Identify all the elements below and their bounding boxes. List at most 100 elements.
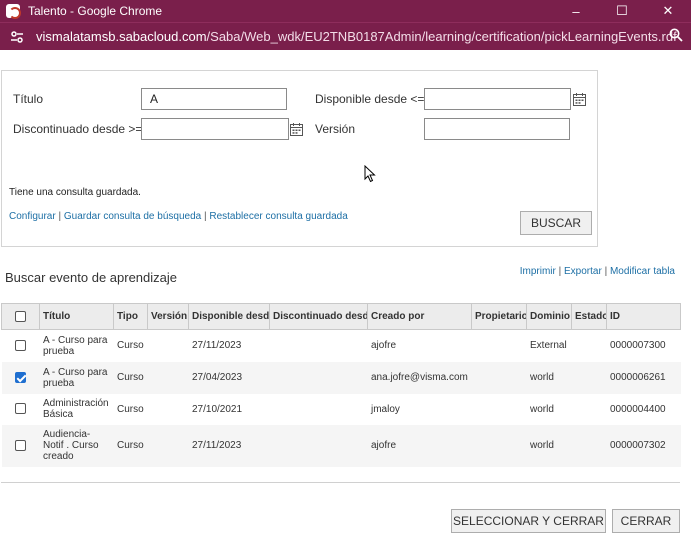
table-links: Imprimir | Exportar | Modificar tabla: [520, 266, 675, 277]
cell-creado: ana.jofre@visma.com: [367, 361, 472, 394]
cell-estado: [571, 424, 607, 467]
cell-tipo: Curso: [113, 393, 148, 425]
column-header[interactable]: Propietario: [471, 303, 527, 330]
column-header[interactable]: Título: [39, 303, 114, 330]
row-select-cell[interactable]: [1, 361, 40, 394]
column-header[interactable]: ID: [606, 303, 681, 330]
guardar-consulta-link[interactable]: Guardar consulta de búsqueda: [64, 211, 201, 222]
cell-tipo: Curso: [113, 329, 148, 362]
imprimir-link[interactable]: Imprimir: [520, 266, 556, 277]
row-select-cell[interactable]: [1, 424, 40, 467]
browser-title-bar: Talento - Google Chrome – ☐ ✕: [0, 0, 691, 22]
table-header-row: Título Tipo Versión Disponible desde Dis…: [1, 303, 681, 330]
column-header[interactable]: Discontinuado desde: [269, 303, 368, 330]
row-checkbox[interactable]: [15, 439, 26, 451]
cell-version: [147, 361, 189, 394]
select-all-cell[interactable]: [1, 303, 40, 330]
modificar-tabla-link[interactable]: Modificar tabla: [610, 266, 675, 277]
cell-id: 0000007300: [606, 329, 681, 362]
calendar-icon[interactable]: [287, 118, 305, 140]
row-checkbox[interactable]: [15, 340, 26, 352]
seleccionar-y-cerrar-button[interactable]: SELECCIONAR Y CERRAR: [451, 509, 606, 533]
cell-propietario: [471, 329, 527, 362]
cell-propietario: [471, 361, 527, 394]
row-select-cell[interactable]: [1, 329, 40, 362]
version-label: Versión: [315, 122, 356, 136]
app-icon: [6, 4, 21, 19]
cell-dominio: world: [526, 393, 572, 425]
mouse-cursor-icon: [364, 164, 376, 186]
buscar-button[interactable]: BUSCAR: [520, 211, 592, 235]
cell-creado: ajofre: [367, 329, 472, 362]
discontinuado-input[interactable]: [141, 118, 289, 140]
table-row[interactable]: A - Curso para prueba Curso 27/04/2023 ana.…: [1, 361, 681, 394]
column-header[interactable]: Disponible desde: [188, 303, 270, 330]
url-text[interactable]: vismalatamsb.sabacloud.com/Saba/Web_wdk/…: [36, 29, 677, 44]
column-header[interactable]: Dominio: [526, 303, 572, 330]
restablecer-consulta-link[interactable]: Restablecer consulta guardada: [209, 211, 347, 222]
cell-id: 0000007302: [606, 424, 681, 467]
cell-id: 0000006261: [606, 361, 681, 394]
calendar-icon[interactable]: [570, 88, 588, 110]
window-title: Talento - Google Chrome: [28, 4, 163, 18]
row-checkbox[interactable]: [15, 403, 26, 415]
cell-titulo: A - Curso para prueba: [39, 329, 114, 362]
disponible-input[interactable]: [424, 88, 571, 110]
cell-creado: ajofre: [367, 424, 472, 467]
cell-tipo: Curso: [113, 361, 148, 394]
cell-disponible: 27/11/2023: [188, 424, 270, 467]
table-row[interactable]: Administración Básica Curso 27/10/2021 jmal…: [1, 393, 681, 425]
cell-creado: jmaloy: [367, 393, 472, 425]
column-header[interactable]: Tipo: [113, 303, 148, 330]
results-title: Buscar evento de aprendizaje: [5, 270, 178, 285]
cell-titulo: A - Curso para prueba: [39, 361, 114, 394]
cell-titulo: Administración Básica: [39, 393, 114, 425]
cell-version: [147, 393, 189, 425]
cell-dominio: world: [526, 361, 572, 394]
cell-discontinuado: [269, 393, 368, 425]
row-checkbox[interactable]: [15, 371, 26, 383]
configurar-link[interactable]: Configurar: [9, 211, 56, 222]
table-body: A - Curso para prueba Curso 27/11/2023 ajof…: [1, 329, 681, 467]
cell-tipo: Curso: [113, 424, 148, 467]
address-bar[interactable]: vismalatamsb.sabacloud.com/Saba/Web_wdk/…: [0, 22, 691, 50]
titulo-label: Título: [13, 92, 44, 106]
cell-discontinuado: [269, 361, 368, 394]
cell-propietario: [471, 424, 527, 467]
table-divider: [1, 482, 680, 483]
minimize-button[interactable]: –: [553, 0, 599, 22]
version-input[interactable]: [424, 118, 570, 140]
saved-query-text: Tiene una consulta guardada.: [9, 187, 141, 198]
site-settings-icon[interactable]: [10, 30, 26, 44]
cell-titulo: Audiencia-Notif . Curso creado: [39, 424, 114, 467]
table-row[interactable]: A - Curso para prueba Curso 27/11/2023 ajof…: [1, 329, 681, 362]
cell-estado: [571, 361, 607, 394]
column-header[interactable]: Creado por: [367, 303, 472, 330]
exportar-link[interactable]: Exportar: [564, 266, 602, 277]
search-panel: Título Disponible desde <= Discontinuado…: [1, 70, 598, 247]
row-select-cell[interactable]: [1, 393, 40, 425]
cerrar-button[interactable]: CERRAR: [612, 509, 680, 533]
cell-version: [147, 329, 189, 362]
maximize-button[interactable]: ☐: [599, 0, 645, 22]
disponible-label: Disponible desde <=: [315, 92, 425, 106]
table-row[interactable]: Audiencia-Notif . Curso creado Curso 27/11…: [1, 424, 681, 467]
cell-propietario: [471, 393, 527, 425]
cell-disponible: 27/04/2023: [188, 361, 270, 394]
cell-disponible: 27/11/2023: [188, 329, 270, 362]
cell-disponible: 27/10/2021: [188, 393, 270, 425]
column-header[interactable]: Versión: [147, 303, 189, 330]
cell-id: 0000004400: [606, 393, 681, 425]
titulo-input[interactable]: [141, 88, 287, 110]
url-path: /Saba/Web_wdk/EU2TNB0187Admin/learning/c…: [206, 29, 677, 44]
zoom-icon[interactable]: [669, 28, 683, 45]
window-controls: – ☐ ✕: [553, 0, 691, 22]
cell-discontinuado: [269, 329, 368, 362]
select-all-checkbox[interactable]: [15, 310, 26, 322]
column-header[interactable]: Estado: [571, 303, 607, 330]
close-window-button[interactable]: ✕: [645, 0, 691, 22]
url-host: vismalatamsb.sabacloud.com: [36, 29, 207, 44]
cell-discontinuado: [269, 424, 368, 467]
cell-estado: [571, 329, 607, 362]
page-content: Título Disponible desde <= Discontinuado…: [0, 50, 691, 550]
